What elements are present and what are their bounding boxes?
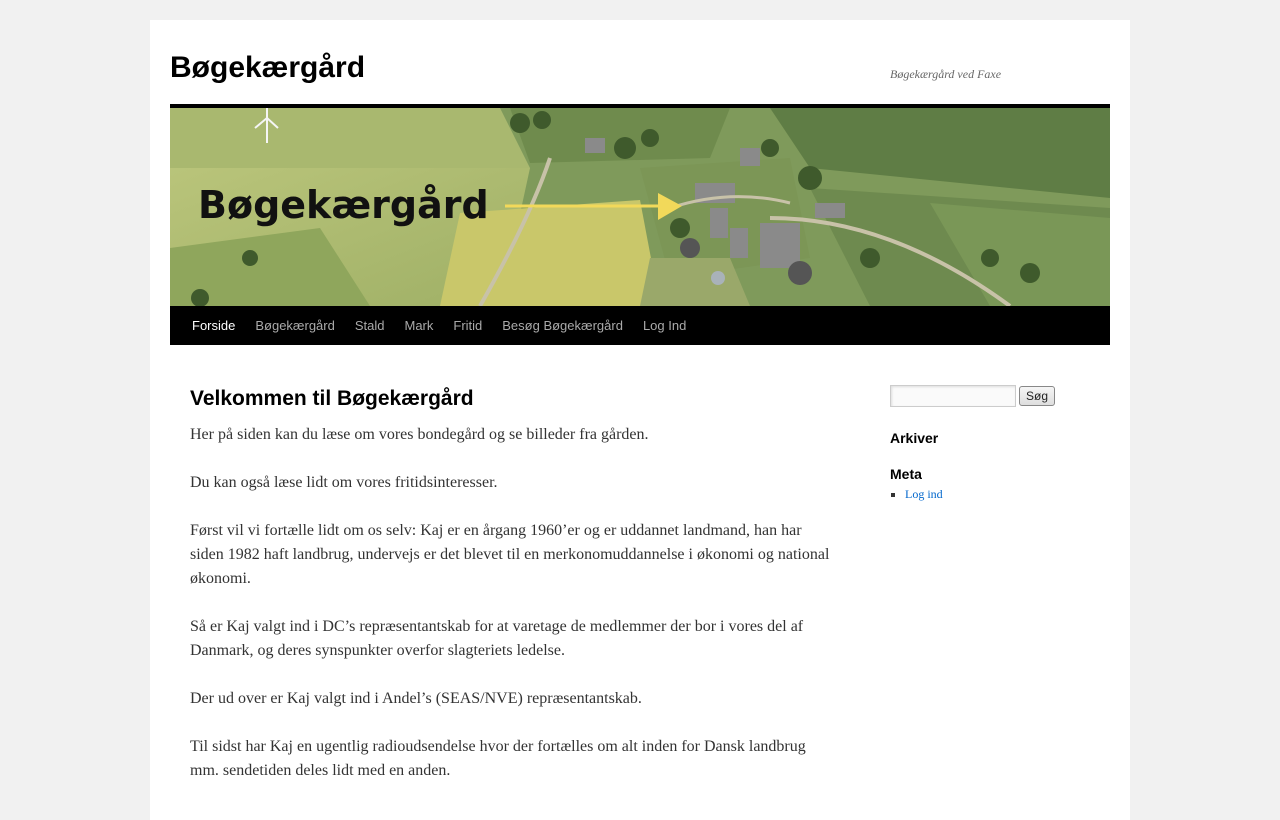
- header-banner-image: Bøgekærgård: [170, 108, 1110, 306]
- nav-link-stald[interactable]: Stald: [345, 306, 395, 345]
- nav-item-forside: Forside: [182, 306, 245, 345]
- entry-content: Her på siden kan du læse om vores bondeg…: [190, 423, 830, 783]
- site-title-link[interactable]: Bøgekærgård: [170, 50, 365, 86]
- nav-link-besog[interactable]: Besøg Bøgekærgård: [492, 306, 633, 345]
- main-navigation: Forside Bøgekærgård Stald Mark Fritid Be…: [170, 306, 1110, 345]
- nav-item-besog: Besøg Bøgekærgård: [492, 306, 633, 345]
- site-description: Bøgekærgård ved Faxe: [890, 67, 1002, 81]
- search-input[interactable]: [890, 385, 1016, 407]
- archives-widget-title: Arkiver: [890, 430, 939, 446]
- nav-item-mark: Mark: [394, 306, 443, 345]
- search-form: Søg: [890, 385, 1110, 407]
- content-paragraph: Så er Kaj valgt ind i DC’s repræsentants…: [190, 618, 804, 659]
- nav-link-fritid[interactable]: Fritid: [443, 306, 492, 345]
- nav-menu: Forside Bøgekærgård Stald Mark Fritid Be…: [170, 306, 1110, 345]
- nav-link-bogekaergard[interactable]: Bøgekærgård: [245, 306, 344, 345]
- page-wrapper: Bøgekærgård Bøgekærgård ved Faxe Bøgekær…: [150, 20, 1130, 820]
- main-content: Velkommen til Bøgekærgård Her på siden k…: [190, 385, 830, 807]
- sidebar: Søg Arkiver Meta Log ind: [890, 385, 1110, 503]
- content-paragraph: Til sidst har Kaj en ugentlig radioudsen…: [190, 738, 806, 779]
- meta-log-ind-link[interactable]: Log ind: [905, 487, 943, 501]
- list-item: Log ind: [905, 485, 1110, 503]
- nav-item-log-ind: Log Ind: [633, 306, 696, 345]
- meta-links-list: Log ind: [905, 485, 1110, 503]
- content-paragraph: Først vil vi fortælle lidt om os selv: K…: [190, 522, 830, 587]
- nav-item-bogekaergard: Bøgekærgård: [245, 306, 344, 345]
- nav-item-fritid: Fritid: [443, 306, 492, 345]
- nav-link-forside[interactable]: Forside: [182, 306, 245, 345]
- meta-widget-title: Meta: [890, 466, 922, 482]
- banner-overlay-text: Bøgekærgård: [198, 183, 489, 227]
- nav-item-stald: Stald: [345, 306, 395, 345]
- page-title: Velkommen til Bøgekærgård: [190, 387, 474, 410]
- nav-link-mark[interactable]: Mark: [394, 306, 443, 345]
- content-paragraph: Her på siden kan du læse om vores bondeg…: [190, 426, 649, 443]
- nav-link-log-ind[interactable]: Log Ind: [633, 306, 696, 345]
- search-button[interactable]: Søg: [1019, 386, 1056, 406]
- content-paragraph: Du kan også læse lidt om vores fritidsin…: [190, 474, 498, 491]
- content-paragraph: Der ud over er Kaj valgt ind i Andel’s (…: [190, 690, 642, 707]
